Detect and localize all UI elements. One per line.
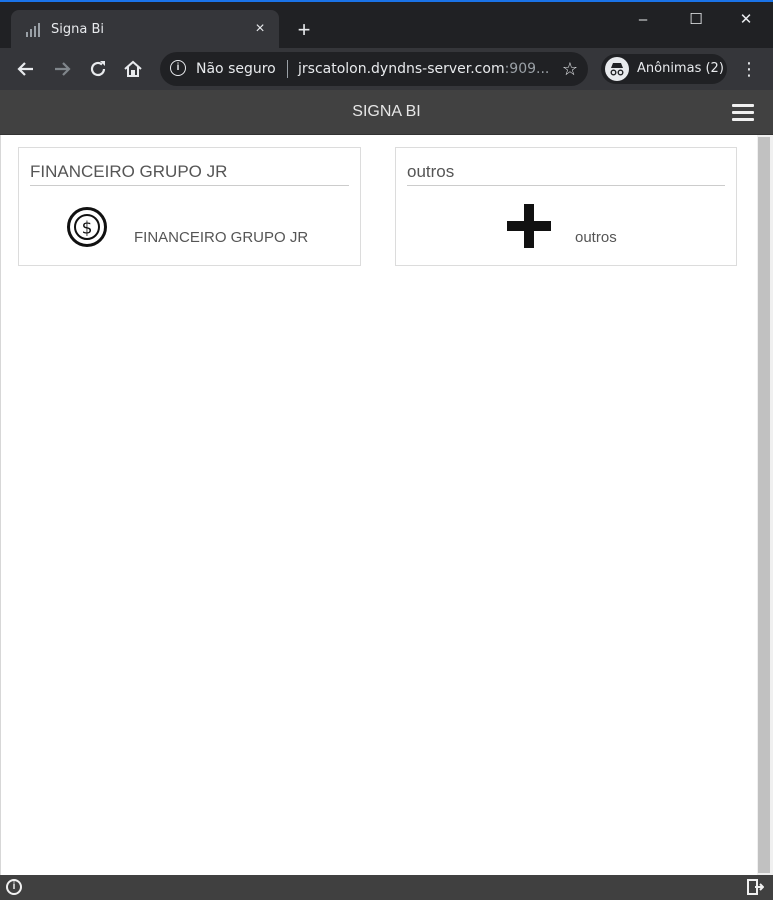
- close-window-button[interactable]: ✕: [731, 8, 761, 32]
- omnibox-separator: [287, 60, 288, 78]
- info-icon[interactable]: i: [6, 879, 22, 895]
- browser-titlebar: Signa Bi × + – ☐ ✕: [0, 0, 773, 50]
- browser-tab[interactable]: Signa Bi ×: [11, 10, 279, 50]
- card-label[interactable]: FINANCEIRO GRUPO JR: [134, 229, 308, 246]
- incognito-icon: [605, 57, 629, 81]
- dashboard-card-outros[interactable]: outros outros: [395, 147, 737, 266]
- plus-icon: [507, 204, 551, 248]
- maximize-button[interactable]: ☐: [681, 8, 711, 32]
- exit-icon[interactable]: [746, 878, 764, 896]
- browser-toolbar: i Não seguro jrscatolon.dyndns-server.co…: [0, 48, 773, 90]
- address-bar[interactable]: i Não seguro jrscatolon.dyndns-server.co…: [160, 52, 588, 86]
- home-icon[interactable]: [122, 58, 144, 80]
- tab-close-icon[interactable]: ×: [251, 20, 269, 38]
- forward-arrow-icon[interactable]: [51, 58, 73, 80]
- profile-label: Anônimas (2): [637, 61, 724, 76]
- card-divider: [407, 185, 725, 186]
- card-title: FINANCEIRO GRUPO JR: [30, 162, 228, 181]
- back-arrow-icon[interactable]: [15, 58, 37, 80]
- app-footer: i: [0, 875, 773, 900]
- url-text[interactable]: jrscatolon.dyndns-server.com:909...: [298, 61, 549, 77]
- scrollbar-thumb[interactable]: [758, 137, 770, 873]
- tab-title: Signa Bi: [51, 22, 104, 37]
- app-header: SIGNA BI: [0, 90, 773, 135]
- card-divider: [30, 185, 349, 186]
- new-tab-button[interactable]: +: [294, 19, 314, 41]
- dashboard-card-financeiro[interactable]: FINANCEIRO GRUPO JR $ FINANCEIRO GRUPO J…: [18, 147, 361, 266]
- incognito-profile-button[interactable]: Anônimas (2): [601, 54, 727, 84]
- url-rest: :909...: [504, 61, 550, 77]
- url-host: jrscatolon.dyndns-server.com: [298, 61, 505, 77]
- dollar-circle-icon: $: [67, 207, 107, 247]
- hamburger-menu-icon[interactable]: [732, 104, 754, 122]
- card-label[interactable]: outros: [575, 229, 617, 246]
- browser-menu-icon[interactable]: ⋮: [740, 58, 758, 80]
- bookmark-star-icon[interactable]: ☆: [562, 59, 578, 79]
- reload-icon[interactable]: [87, 58, 109, 80]
- svg-text:$: $: [82, 219, 93, 239]
- card-title: outros: [407, 162, 455, 181]
- scrollbar[interactable]: [757, 135, 773, 875]
- security-label: Não seguro: [196, 61, 276, 77]
- app-title: SIGNA BI: [352, 103, 421, 120]
- info-icon[interactable]: i: [170, 60, 186, 76]
- bar-chart-icon: [26, 23, 40, 37]
- minimize-button[interactable]: –: [628, 8, 658, 32]
